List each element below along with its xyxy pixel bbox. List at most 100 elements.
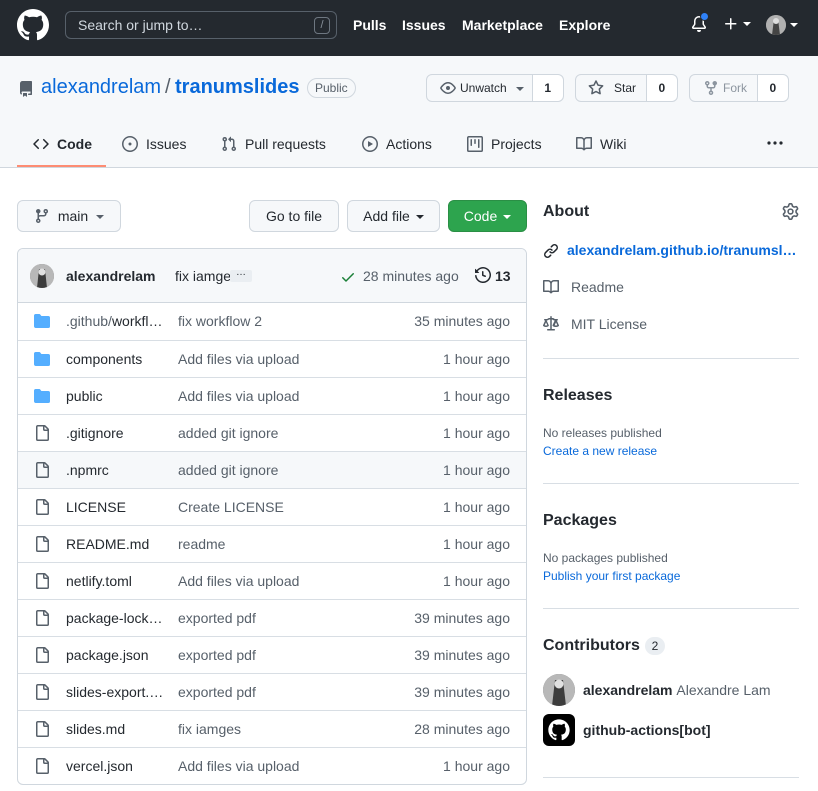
readme-link[interactable]: Readme (543, 279, 624, 295)
website-link[interactable]: alexandrelam.github.io/tranumslides (567, 242, 799, 258)
code-button[interactable]: Code (448, 200, 527, 232)
create-new-menu[interactable] (723, 16, 751, 32)
file-commit-message[interactable]: exported pdf (178, 647, 256, 663)
file-commit-message[interactable]: fix iamges (178, 721, 241, 737)
file-row[interactable]: package.json exported pdf 39 minutes ago (18, 636, 526, 673)
file-commit-message[interactable]: added git ignore (178, 462, 278, 478)
file-commit-message[interactable]: exported pdf (178, 610, 256, 626)
file-name[interactable]: .gitignore (66, 425, 166, 441)
sidebar-divider (543, 608, 799, 609)
watch-button[interactable]: Unwatch (427, 75, 532, 101)
file-commit-message[interactable]: fix workflow 2 (178, 313, 262, 329)
file-name[interactable]: package.json (66, 647, 166, 663)
file-name[interactable]: public (66, 388, 166, 404)
search-input[interactable]: Search or jump to… / (65, 11, 337, 39)
file-row[interactable]: .npmrc added git ignore 1 hour ago (18, 451, 526, 488)
commit-author-avatar[interactable] (30, 264, 54, 288)
watch-count[interactable]: 1 (531, 75, 563, 101)
file-row[interactable]: public Add files via upload 1 hour ago (18, 377, 526, 414)
active-tab-indicator (17, 165, 106, 167)
fork-button[interactable]: Fork (690, 75, 757, 101)
file-commit-message[interactable]: added git ignore (178, 425, 278, 441)
chevron-down-icon[interactable] (790, 23, 798, 27)
star-count[interactable]: 0 (645, 75, 677, 101)
repo-owner-link[interactable]: alexandrelam (41, 76, 161, 99)
file-commit-message[interactable]: Add files via upload (178, 573, 299, 589)
repo-name-link[interactable]: tranumslides (175, 76, 299, 99)
file-row[interactable]: slides.md fix iamges 28 minutes ago (18, 710, 526, 747)
file-icon (34, 499, 50, 515)
nav-issues[interactable]: Issues (402, 17, 446, 33)
file-name[interactable]: LICENSE (66, 499, 166, 515)
file-commit-message[interactable]: Add files via upload (178, 758, 299, 774)
go-to-file-button[interactable]: Go to file (249, 200, 339, 232)
file-name[interactable]: vercel.json (66, 758, 166, 774)
issue-icon (122, 136, 138, 152)
file-commit-message[interactable]: Add files via upload (178, 388, 299, 404)
file-row[interactable]: slides-export.pdf exported pdf 39 minutes … (18, 673, 526, 710)
contributor-avatar[interactable] (543, 674, 575, 706)
file-row[interactable]: vercel.json Add files via upload 1 hour ag… (18, 747, 526, 784)
commit-message[interactable]: fix iamges (175, 268, 238, 284)
file-commit-message[interactable]: readme (178, 536, 225, 552)
check-icon[interactable] (340, 269, 356, 285)
file-commit-age: 1 hour ago (443, 388, 510, 404)
contributor-login[interactable]: github-actions[bot] (583, 722, 711, 738)
publish-package-link[interactable]: Publish your first package (543, 569, 680, 583)
add-file-button[interactable]: Add file (347, 200, 440, 232)
tab-pull-requests[interactable]: Pull requests (221, 134, 326, 154)
star-icon (588, 80, 604, 95)
branch-select-button[interactable]: main (17, 200, 121, 232)
tab-pull-requests-label: Pull requests (245, 136, 326, 152)
commit-expand-button[interactable]: … (230, 268, 252, 282)
tab-wiki[interactable]: Wiki (576, 134, 626, 154)
commit-count[interactable]: 13 (495, 268, 511, 284)
history-icon[interactable] (475, 267, 491, 283)
latest-commit-bar: alexandrelam fix iamges … 28 minutes ago… (18, 249, 526, 303)
nav-pulls[interactable]: Pulls (353, 17, 386, 33)
file-name[interactable]: README.md (66, 536, 166, 552)
tab-code[interactable]: Code (33, 134, 92, 154)
create-release-link[interactable]: Create a new release (543, 444, 657, 458)
file-row[interactable]: components Add files via upload 1 hour ago (18, 340, 526, 377)
file-row[interactable]: .github/workflows fix workflow 2 35 minute… (18, 303, 526, 340)
releases-heading[interactable]: Releases (543, 387, 612, 405)
file-name[interactable]: .github/workflows (66, 313, 166, 329)
file-name[interactable]: package-lock.json (66, 610, 166, 626)
tab-actions[interactable]: Actions (362, 134, 432, 154)
file-name[interactable]: slides.md (66, 721, 166, 737)
more-tabs-icon[interactable] (766, 135, 784, 151)
tab-issues[interactable]: Issues (122, 134, 186, 154)
commit-time[interactable]: 28 minutes ago (363, 268, 459, 284)
file-row[interactable]: package-lock.json exported pdf 39 minutes … (18, 599, 526, 636)
file-name[interactable]: .npmrc (66, 462, 166, 478)
gear-icon[interactable] (782, 203, 799, 220)
file-commit-message[interactable]: Add files via upload (178, 351, 299, 367)
file-name[interactable]: slides-export.pdf (66, 684, 166, 700)
file-row[interactable]: netlify.toml Add files via upload 1 hour a… (18, 562, 526, 599)
contributors-heading[interactable]: Contributors (543, 637, 640, 655)
commit-author[interactable]: alexandrelam (66, 268, 156, 284)
packages-heading[interactable]: Packages (543, 512, 617, 530)
branch-name: main (57, 208, 89, 224)
file-name[interactable]: netlify.toml (66, 573, 166, 589)
file-commit-message[interactable]: Create LICENSE (178, 499, 284, 515)
file-commit-age: 1 hour ago (443, 758, 510, 774)
file-row[interactable]: LICENSE Create LICENSE 1 hour ago (18, 488, 526, 525)
nav-marketplace[interactable]: Marketplace (462, 17, 543, 33)
file-name[interactable]: components (66, 351, 166, 367)
file-commit-message[interactable]: exported pdf (178, 684, 256, 700)
contributor-login[interactable]: alexandrelam Alexandre Lam (583, 682, 771, 698)
github-logo-icon[interactable] (17, 9, 49, 41)
nav-explore[interactable]: Explore (559, 17, 610, 33)
star-button[interactable]: Star (576, 75, 646, 101)
eye-icon (440, 82, 456, 94)
license-link[interactable]: MIT License (543, 316, 647, 332)
file-row[interactable]: .gitignore added git ignore 1 hour ago (18, 414, 526, 451)
user-avatar[interactable] (766, 15, 786, 35)
file-commit-age: 39 minutes ago (414, 647, 510, 663)
fork-count[interactable]: 0 (756, 75, 788, 101)
tab-projects[interactable]: Projects (467, 134, 542, 154)
github-actions-avatar-icon[interactable] (543, 714, 575, 746)
file-row[interactable]: README.md readme 1 hour ago (18, 525, 526, 562)
